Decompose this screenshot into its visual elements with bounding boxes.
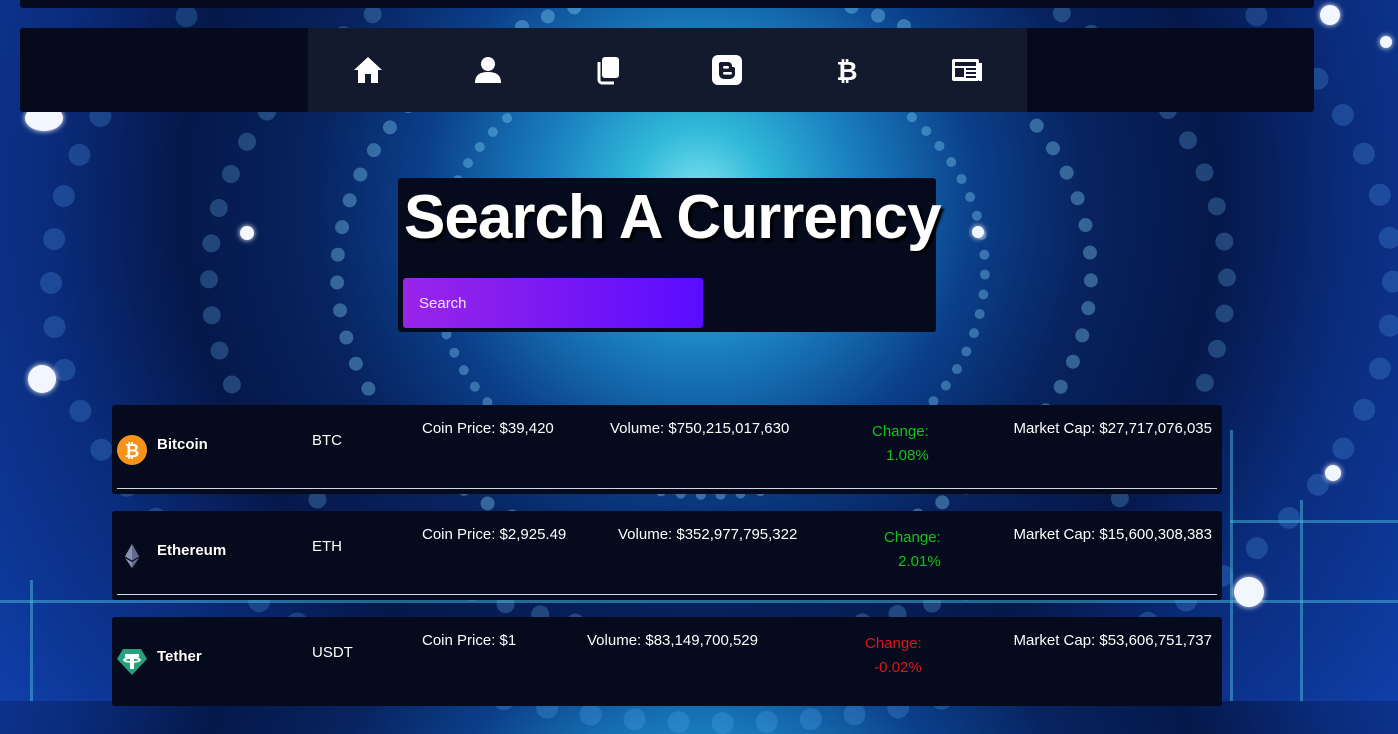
coin-volume: Volume: $83,149,700,529 [587,632,758,649]
navbar: ₿ [20,28,1314,112]
page-title: Search A Currency [404,183,942,252]
coin-market-cap: Market Cap: $53,606,751,737 [1013,632,1212,649]
coin-volume: Volume: $352,977,795,322 [618,526,798,543]
coin-symbol: ETH [312,538,342,555]
search-input[interactable] [403,278,703,328]
coin-change-label: Change: [865,635,922,652]
coin-change: Change: 2.01% [884,526,941,574]
coin-change: Change: 1.08% [872,420,929,468]
blogger-icon [712,55,743,85]
bitcoin-coin-icon: ₿ [117,435,147,465]
nav-copy[interactable] [548,28,668,112]
coin-change-label: Change: [872,423,929,440]
coin-change-value: 1.08% [886,447,929,464]
coin-price: Coin Price: $1 [422,632,517,649]
copy-icon [597,57,619,85]
nav-news[interactable] [907,28,1027,112]
coin-name: Ethereum [157,542,227,559]
top-strip [20,0,1314,8]
coin-change-label: Change: [884,529,941,546]
home-icon [353,57,382,83]
coin-symbol: BTC [312,432,342,449]
svg-text:₿: ₿ [125,441,140,462]
user-icon [474,57,501,83]
coin-change-value: -0.02% [874,659,922,676]
tether-coin-icon [117,649,147,675]
coin-row[interactable]: ₿ Bitcoin BTC Coin Price: $39,420 Volume… [112,405,1222,494]
coin-name: Tether [157,648,202,665]
coin-market-cap: Market Cap: $27,717,076,035 [1013,420,1212,437]
coin-row[interactable]: Ethereum ETH Coin Price: $2,925.49 Volum… [112,511,1222,600]
row-divider [117,594,1217,595]
row-divider [117,488,1217,489]
nav-profile[interactable] [428,28,548,112]
nav-home[interactable] [308,28,428,112]
coin-name: Bitcoin [157,436,208,453]
coin-change: Change: -0.02% [865,632,922,680]
coin-symbol: USDT [312,644,353,661]
search-panel: Search A Currency [398,178,942,332]
newspaper-icon [952,59,983,81]
coin-market-cap: Market Cap: $15,600,308,383 [1013,526,1212,543]
nav-links: ₿ [308,28,1027,112]
coin-volume: Volume: $750,215,017,630 [610,420,790,437]
coin-price: Coin Price: $39,420 [422,420,554,437]
bitcoin-icon: ₿ [837,57,858,86]
ethereum-coin-icon [125,544,139,568]
nav-blog[interactable] [667,28,787,112]
svg-text:₿: ₿ [837,57,858,86]
coin-change-value: 2.01% [898,553,941,570]
nav-bitcoin[interactable]: ₿ [787,28,907,112]
coin-price: Coin Price: $2,925.49 [422,526,567,543]
coin-row[interactable]: Tether USDT Coin Price: $1 Volume: $83,1… [112,617,1222,706]
